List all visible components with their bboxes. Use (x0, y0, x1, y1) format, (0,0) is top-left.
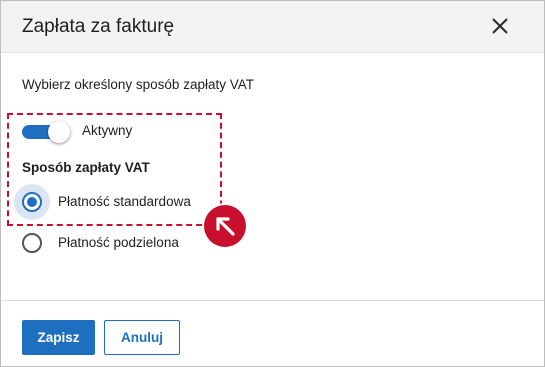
radio-dot (27, 197, 37, 207)
dialog-title: Zapłata za fakturę (22, 16, 175, 37)
instruction-text: Wybierz określony sposób zapłaty VAT (22, 77, 254, 92)
vat-method-label: Sposób zapłaty VAT (22, 160, 150, 175)
radio-standard-payment[interactable]: Płatność standardowa (13, 183, 213, 221)
footer-divider (1, 300, 544, 301)
radio-label: Płatność standardowa (58, 194, 191, 209)
toggle-knob (48, 121, 70, 143)
active-toggle[interactable] (22, 121, 72, 143)
radio-button-unchecked[interactable] (22, 233, 42, 253)
dialog-header: Zapłata za fakturę (1, 1, 544, 53)
arrow-up-left-icon (216, 217, 235, 236)
radio-button-checked[interactable] (22, 192, 42, 212)
radio-label: Płatność podzielona (58, 235, 179, 250)
close-button[interactable] (487, 13, 513, 39)
save-button[interactable]: Zapisz (22, 320, 95, 355)
close-icon (492, 18, 508, 34)
cancel-button[interactable]: Anuluj (104, 320, 180, 355)
radio-split-payment[interactable]: Płatność podzielona (13, 224, 213, 262)
pointer-badge (204, 205, 246, 247)
toggle-label: Aktywny (82, 123, 133, 138)
dialog: Zapłata za fakturę Wybierz określony spo… (0, 0, 545, 367)
